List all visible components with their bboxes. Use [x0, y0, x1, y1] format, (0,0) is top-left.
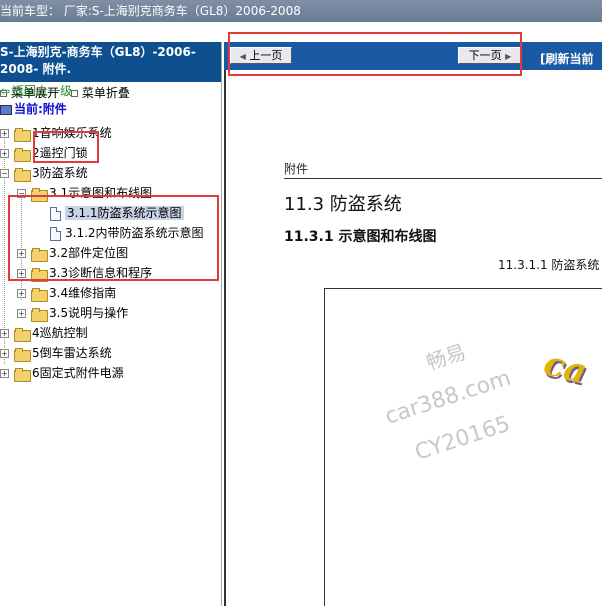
folder-icon: [31, 307, 48, 322]
folder-open-icon: [14, 167, 31, 182]
collapse-icon[interactable]: −: [0, 169, 9, 178]
current-node: 当前:附件: [0, 100, 67, 118]
computer-icon: [0, 104, 12, 115]
folder-icon: [31, 287, 48, 302]
tree-item-label: 3.3诊断信息和程序: [49, 266, 153, 280]
doc-title: 11.3 防盗系统: [284, 194, 402, 215]
document-viewer: ◀ 上一页 下一页 ▶ [刷新当前 附件 11.3 防盗系统 11.3.1 示意…: [224, 42, 602, 606]
tree-item-label: 5倒车雷达系统: [32, 346, 112, 360]
tree-item-audio[interactable]: + 1音响娱乐系统: [0, 124, 112, 142]
tree-item-label: 1音响娱乐系统: [32, 126, 112, 140]
tree-item-label: 3.2部件定位图: [49, 246, 129, 260]
tree-item-repair-guide[interactable]: + 3.4维修指南: [17, 284, 116, 302]
folder-open-icon: [31, 187, 48, 202]
folder-icon: [31, 247, 48, 262]
sidebar-header: S-上海别克-商务车（GL8）-2006-2008- 附件.: [0, 42, 221, 82]
back-link[interactable]: ⇦ 返回上一级: [0, 82, 72, 100]
expand-icon[interactable]: +: [17, 289, 26, 298]
figure-title: 11.3.1.1 防盗系统: [498, 258, 600, 272]
sidebar-tree-panel: S-上海别克-商务车（GL8）-2006-2008- 附件. 菜单展开 菜单折叠…: [0, 42, 222, 606]
refresh-current-link[interactable]: [刷新当前: [540, 50, 594, 67]
tree-item-label: 3.5说明与操作: [49, 306, 129, 320]
tree-item-label: 3.1.2内带防盗系统示意图: [65, 226, 204, 240]
collapse-all-button[interactable]: 菜单折叠: [82, 86, 130, 100]
tree-item-label: 3防盗系统: [32, 166, 88, 180]
expand-icon[interactable]: +: [17, 269, 26, 278]
tree-item-label: 3.4维修指南: [49, 286, 117, 300]
tree-item-label: 4巡航控制: [32, 326, 88, 340]
folder-icon: [31, 267, 48, 282]
document-icon: [50, 226, 61, 241]
current-node-label: 当前:附件: [14, 102, 67, 116]
arrow-right-icon: ▶: [505, 52, 512, 61]
tree-item-remote-lock[interactable]: + 2遥控门锁: [0, 144, 88, 162]
section-rule: [284, 178, 602, 179]
window-title: 当前车型： 厂家:S-上海别克商务车（GL8）2006-2008: [0, 4, 301, 18]
prev-page-button[interactable]: ◀ 上一页: [230, 47, 292, 64]
expand-icon[interactable]: +: [0, 329, 9, 338]
tree-item-built-in-schematic[interactable]: 3.1.2内带防盗系统示意图: [50, 224, 204, 242]
folder-icon: [14, 347, 31, 362]
window-title-bar: 当前车型： 厂家:S-上海别克商务车（GL8）2006-2008: [0, 0, 602, 22]
page-nav-bar: ◀ 上一页 下一页 ▶ [刷新当前: [224, 42, 602, 70]
expand-icon[interactable]: +: [17, 249, 26, 258]
expand-icon[interactable]: +: [0, 129, 9, 138]
expand-icon[interactable]: +: [17, 309, 26, 318]
tree-item-diagnostics[interactable]: + 3.3诊断信息和程序: [17, 264, 152, 282]
back-link-label: 返回上一级: [12, 84, 73, 98]
expand-icon[interactable]: +: [0, 349, 9, 358]
tree-item-cruise-control[interactable]: + 4巡航控制: [0, 324, 88, 342]
prev-page-label: 上一页: [249, 49, 283, 62]
tree-item-label: 6固定式附件电源: [32, 366, 124, 380]
tree-item-fixed-power[interactable]: + 6固定式附件电源: [0, 364, 124, 382]
document-page: 附件 11.3 防盗系统 11.3.1 示意图和布线图 11.3.1.1 防盗系…: [224, 70, 602, 606]
expand-icon[interactable]: +: [0, 149, 9, 158]
document-icon: [50, 206, 61, 221]
folder-icon: [14, 147, 31, 162]
tree-item-label: 3.1.1防盗系统示意图: [65, 206, 184, 220]
tree-item-component-location[interactable]: + 3.2部件定位图: [17, 244, 128, 262]
folder-icon: [14, 127, 31, 142]
section-label: 附件: [284, 162, 309, 176]
tree-item-anti-theft[interactable]: − 3防盗系统: [0, 164, 88, 182]
back-arrow-icon: ⇦: [0, 84, 11, 98]
expand-icon[interactable]: +: [0, 369, 9, 378]
tree-item-parking-radar[interactable]: + 5倒车雷达系统: [0, 344, 112, 362]
next-page-label: 下一页: [468, 49, 502, 62]
tree-item-anti-theft-schematic[interactable]: 3.1.1防盗系统示意图: [50, 204, 184, 222]
tree-item-label: 3.1示意图和布线图: [49, 186, 153, 200]
arrow-left-icon: ◀: [239, 52, 246, 61]
folder-icon: [14, 367, 31, 382]
tree-item-label: 2遥控门锁: [32, 146, 88, 160]
tree-item-schematic[interactable]: − 3.1示意图和布线图: [17, 184, 152, 202]
next-page-button[interactable]: 下一页 ▶: [458, 47, 522, 64]
collapse-icon[interactable]: −: [17, 189, 26, 198]
folder-icon: [14, 327, 31, 342]
tree-item-description[interactable]: + 3.5说明与操作: [17, 304, 128, 322]
doc-subtitle: 11.3.1 示意图和布线图: [284, 229, 437, 245]
